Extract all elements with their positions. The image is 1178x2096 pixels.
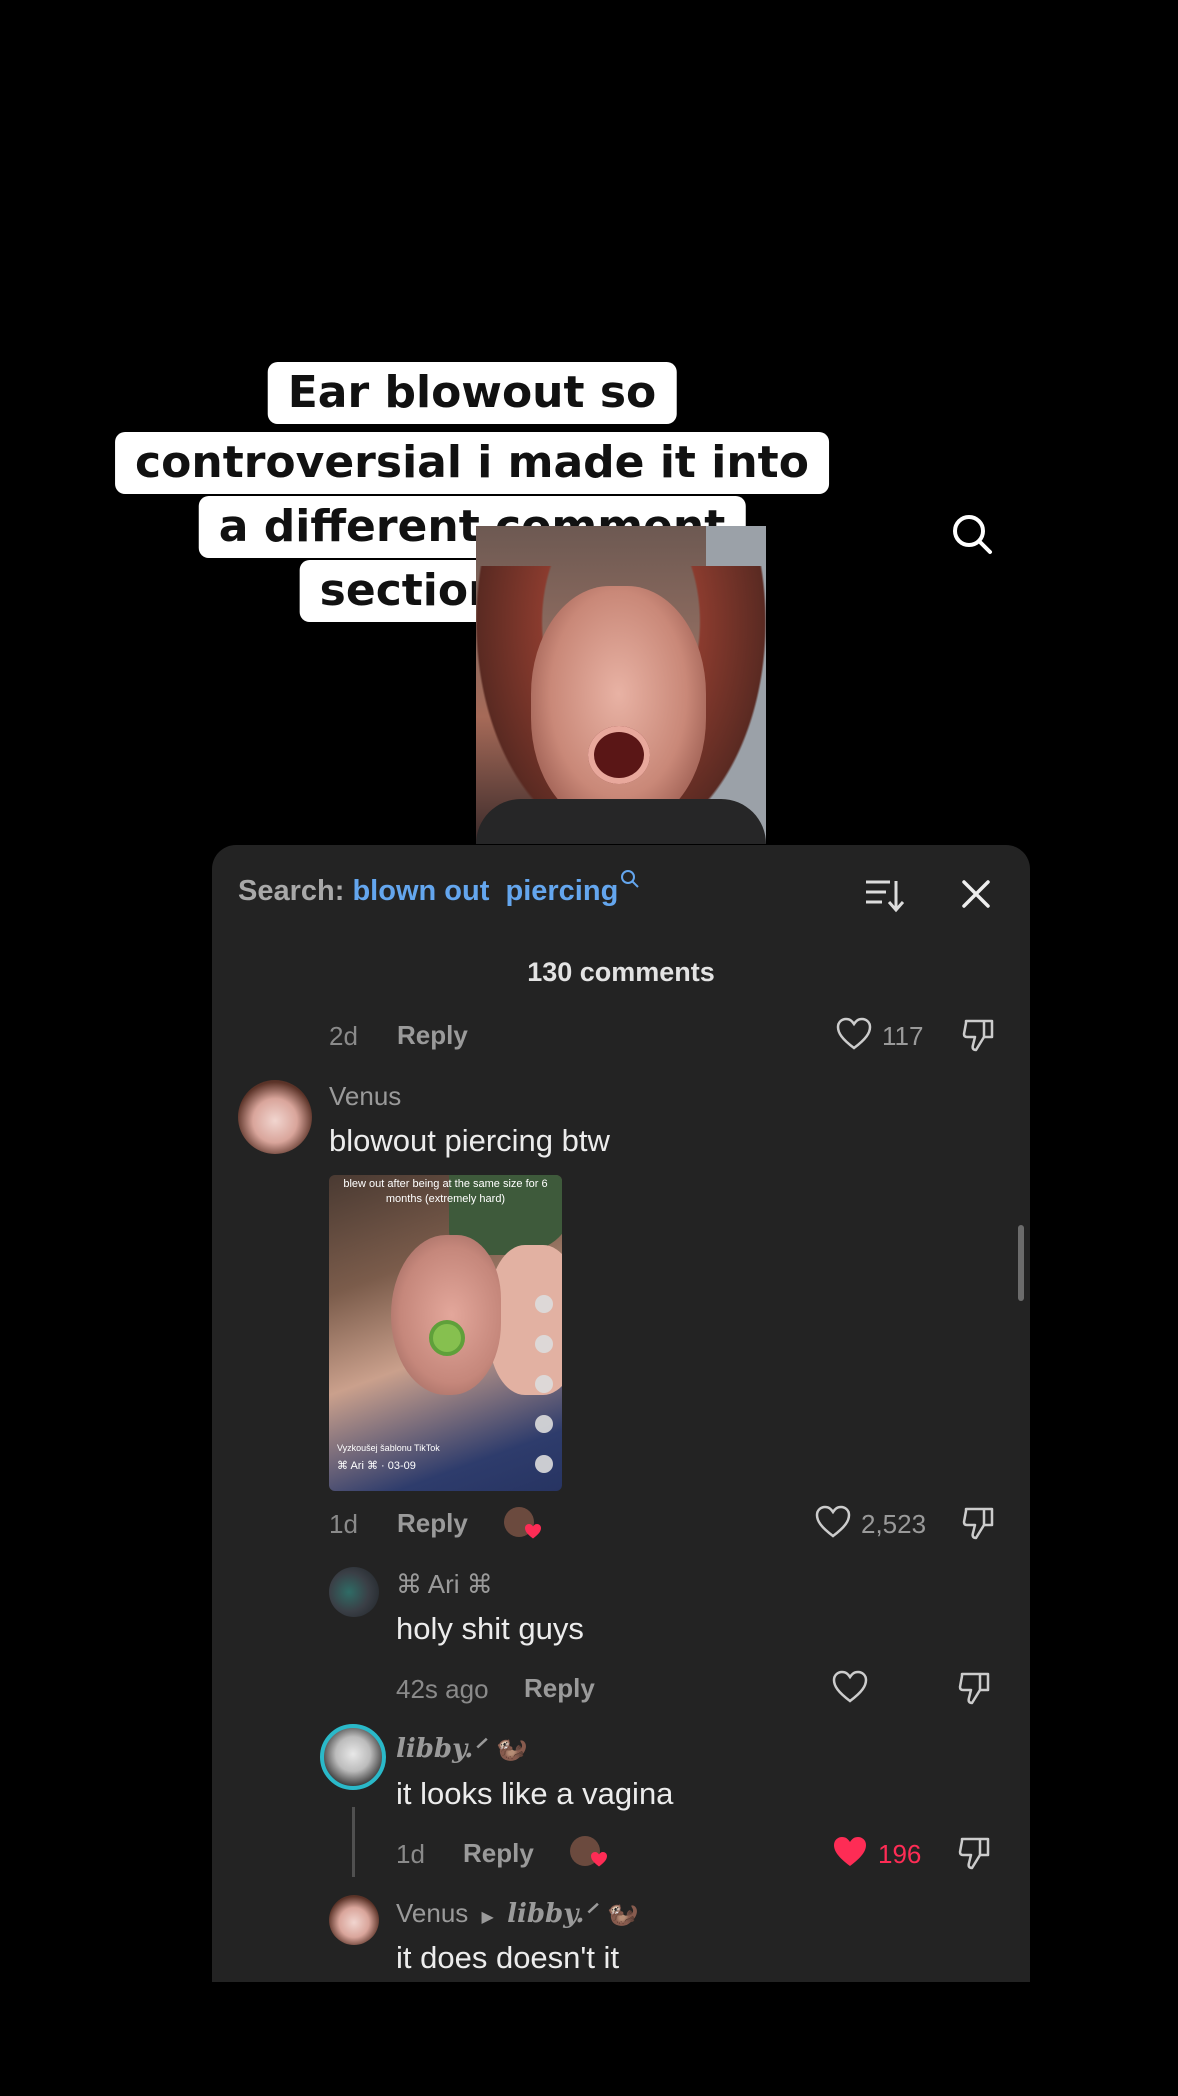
comment-username[interactable]: libby.ᐟ 🦦 bbox=[396, 1734, 526, 1764]
comment-username[interactable]: Venus bbox=[329, 1081, 401, 1112]
like-count: 2,523 bbox=[861, 1509, 927, 1539]
reply-to-username[interactable]: libby.ᐟ 🦦 bbox=[507, 1899, 637, 1929]
search-term[interactable]: piercing bbox=[505, 875, 618, 907]
dislike-icon[interactable] bbox=[958, 1835, 992, 1876]
attachment-side-rail bbox=[531, 1295, 557, 1491]
comment-icon bbox=[535, 1375, 553, 1393]
reply-button[interactable]: Reply bbox=[397, 1020, 468, 1051]
caption-line: controversial i made it into bbox=[115, 432, 829, 494]
comment-attachment-video[interactable]: blew out after being at the same size fo… bbox=[329, 1175, 562, 1491]
like-count: 117 bbox=[882, 1021, 924, 1051]
dislike-icon[interactable] bbox=[958, 1670, 992, 1711]
scrollbar[interactable] bbox=[1018, 1225, 1024, 1301]
close-icon[interactable] bbox=[961, 879, 991, 914]
avatar[interactable] bbox=[320, 1724, 386, 1790]
share-icon bbox=[535, 1455, 553, 1473]
reply-button[interactable]: Reply bbox=[463, 1838, 534, 1869]
reply-arrow-icon: ▶ bbox=[481, 1909, 494, 1926]
search-label: Search: bbox=[238, 875, 345, 907]
comments-panel: Search: blown out piercing 130 comments … bbox=[212, 845, 1030, 1982]
comment-text: it looks like a vagina bbox=[396, 1776, 674, 1811]
caption-line: Ear blowout so bbox=[267, 362, 677, 424]
comment-time: 42s ago bbox=[396, 1674, 489, 1704]
search-term[interactable]: blown out bbox=[352, 875, 489, 907]
dislike-icon[interactable] bbox=[962, 1505, 996, 1546]
comment-username[interactable]: Venus bbox=[396, 1898, 468, 1928]
heart-icon bbox=[524, 1523, 542, 1545]
comment-count: 130 comments bbox=[527, 957, 715, 987]
comment-text: it does doesn't it bbox=[396, 1940, 620, 1975]
thread-line bbox=[352, 1807, 355, 1877]
avatar bbox=[535, 1295, 553, 1313]
comment-time: 1d bbox=[329, 1509, 358, 1539]
search-icon[interactable] bbox=[950, 512, 994, 556]
comment-username[interactable]: ⌘ Ari ⌘ bbox=[396, 1569, 493, 1600]
reply-button[interactable]: Reply bbox=[524, 1673, 595, 1704]
video-preview[interactable] bbox=[476, 526, 766, 844]
bookmark-icon bbox=[535, 1415, 553, 1433]
reply-header: Venus ▶ libby.ᐟ 🦦 bbox=[396, 1898, 637, 1929]
attachment-author: ⌘ Ari ⌘ · 03-09 bbox=[337, 1460, 416, 1472]
avatar[interactable] bbox=[329, 1567, 379, 1617]
search-icon bbox=[621, 870, 640, 888]
comment-time: 1d bbox=[396, 1839, 425, 1869]
attachment-overlay-text: blew out after being at the same size fo… bbox=[343, 1178, 548, 1205]
avatar[interactable] bbox=[329, 1895, 379, 1945]
comment-text: holy shit guys bbox=[396, 1611, 584, 1646]
comment-text: blowout piercing btw bbox=[329, 1123, 610, 1158]
heart-icon[interactable] bbox=[832, 1835, 868, 1874]
avatar[interactable] bbox=[238, 1080, 312, 1154]
heart-icon bbox=[590, 1851, 608, 1873]
comment-time: 2d bbox=[329, 1021, 358, 1051]
attachment-template-label: Vyzkoušej šablonu TikTok bbox=[337, 1443, 440, 1453]
sort-icon[interactable] bbox=[864, 877, 905, 918]
reply-button[interactable]: Reply bbox=[397, 1508, 468, 1539]
like-count: 196 bbox=[878, 1839, 922, 1869]
heart-icon bbox=[535, 1335, 553, 1353]
heart-icon[interactable] bbox=[832, 1670, 868, 1709]
heart-icon[interactable] bbox=[815, 1505, 851, 1544]
dislike-icon[interactable] bbox=[962, 1017, 996, 1058]
heart-icon[interactable] bbox=[836, 1017, 872, 1056]
search-bar[interactable]: Search: blown out piercing bbox=[238, 870, 640, 908]
